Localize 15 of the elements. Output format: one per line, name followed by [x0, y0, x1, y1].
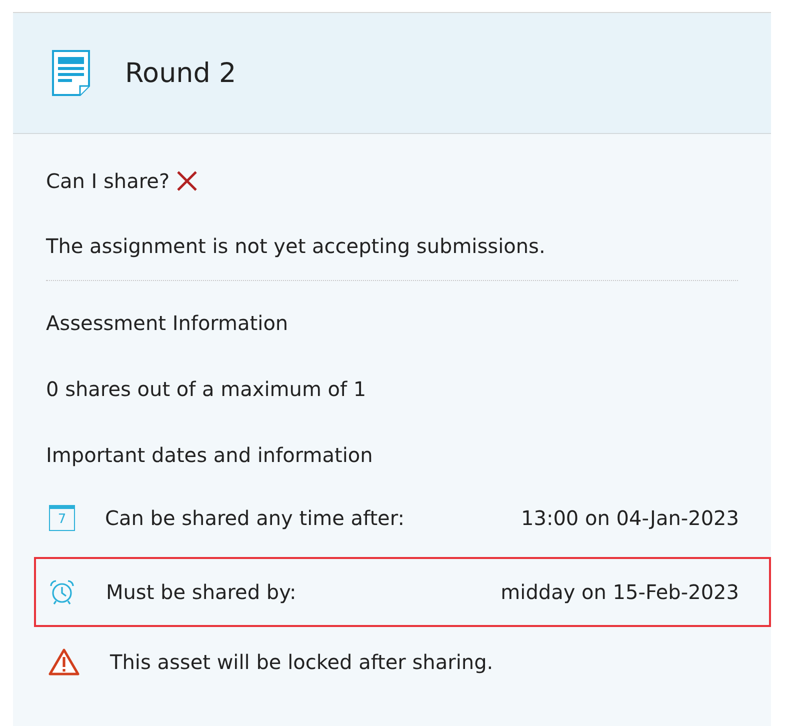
- section-heading: Assessment Information: [46, 310, 290, 337]
- alarm-clock-icon: [48, 578, 76, 606]
- date-label: Must be shared by:: [106, 580, 298, 604]
- date-value: 13:00 on 04-Jan-2023: [521, 506, 739, 530]
- date-label: Can be shared any time after:: [105, 506, 406, 530]
- warning-icon: [48, 648, 80, 676]
- share-question: Can I share?: [46, 169, 170, 193]
- section-heading: Important dates and information: [46, 442, 374, 469]
- card-title: Round 2: [125, 58, 236, 88]
- shares-summary: 0 shares out of a maximum of 1: [46, 376, 368, 403]
- date-value: midday on 15-Feb-2023: [500, 580, 739, 604]
- document-icon: [52, 50, 90, 96]
- status-message: The assignment is not yet accepting submissions.: [46, 233, 546, 260]
- calendar-icon: 7: [49, 505, 75, 531]
- warning-message: This asset will be locked after sharing.: [110, 650, 494, 674]
